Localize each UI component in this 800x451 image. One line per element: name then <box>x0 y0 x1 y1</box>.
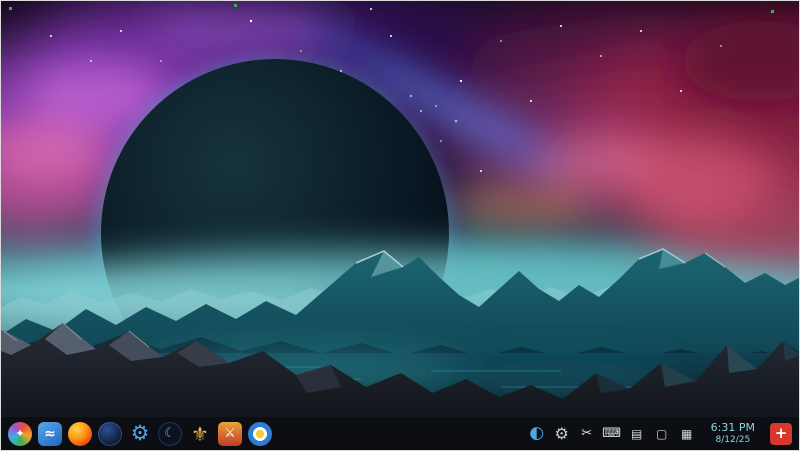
desktop: ✦ ≈ ⚙ ☾ ⚜ ⚔ ◐ ⚙ ✂ ⌨ ▤ ▢ ▦ 6:31 PM 8/12/25 + <box>0 0 800 451</box>
crescent-moon-app-icon[interactable]: ☾ <box>158 421 182 446</box>
taskbar-app-icons: ✦ ≈ ⚙ ☾ ⚜ ⚔ <box>8 421 272 446</box>
tray-settings-gear-icon[interactable]: ⚙ <box>553 425 571 443</box>
settings-gear-icon-glyph: ⚙ <box>130 421 150 445</box>
display-icon-glyph: ▢ <box>656 426 668 441</box>
app-launcher-icon[interactable]: ✦ <box>8 421 32 446</box>
crescent-moon-app-icon-glyph: ☾ <box>164 426 176 441</box>
warrior-game-icon[interactable]: ⚔ <box>218 421 242 446</box>
clock-date: 8/12/25 <box>715 434 751 445</box>
taskbar: ✦ ≈ ⚙ ☾ ⚜ ⚔ ◐ ⚙ ✂ ⌨ ▤ ▢ ▦ 6:31 PM 8/12/25 + <box>1 417 799 450</box>
app-launcher-icon-glyph: ✦ <box>15 427 25 440</box>
target-ring-app-icon[interactable] <box>248 421 272 446</box>
night-color-icon[interactable]: ◐ <box>528 425 546 443</box>
gold-emblem-game-icon-glyph: ⚜ <box>191 421 209 446</box>
tray-settings-gear-icon-glyph: ⚙ <box>554 423 569 443</box>
keyboard-layout-icon-glyph: ⌨ <box>602 426 622 441</box>
red-tray-icon[interactable]: + <box>770 422 792 445</box>
display-icon[interactable]: ▢ <box>653 425 671 443</box>
printer-icon-glyph: ▤ <box>631 426 643 441</box>
file-manager-icon-glyph: ≈ <box>44 425 56 442</box>
warrior-game-icon-glyph: ⚔ <box>224 426 236 441</box>
firefox-icon[interactable] <box>68 421 92 446</box>
clock-time: 6:31 PM <box>710 421 755 434</box>
gold-emblem-game-icon[interactable]: ⚜ <box>188 422 212 446</box>
system-tray: ◐ ⚙ ✂ ⌨ ▤ ▢ ▦ <box>528 425 696 443</box>
dark-blue-app-icon[interactable] <box>98 421 122 446</box>
package-icon-glyph: ▦ <box>681 426 693 441</box>
clock[interactable]: 6:31 PM 8/12/25 <box>710 421 755 445</box>
night-color-icon-glyph: ◐ <box>529 423 545 443</box>
clipboard-scissors-icon-glyph: ✂ <box>581 426 593 441</box>
keyboard-layout-icon[interactable]: ⌨ <box>602 425 622 443</box>
printer-icon[interactable]: ▤ <box>628 425 646 443</box>
package-icon[interactable]: ▦ <box>678 425 696 443</box>
file-manager-icon[interactable]: ≈ <box>38 421 62 446</box>
settings-gear-icon[interactable]: ⚙ <box>128 422 152 446</box>
wallpaper-image <box>1 1 799 450</box>
clipboard-scissors-icon[interactable]: ✂ <box>578 425 596 443</box>
